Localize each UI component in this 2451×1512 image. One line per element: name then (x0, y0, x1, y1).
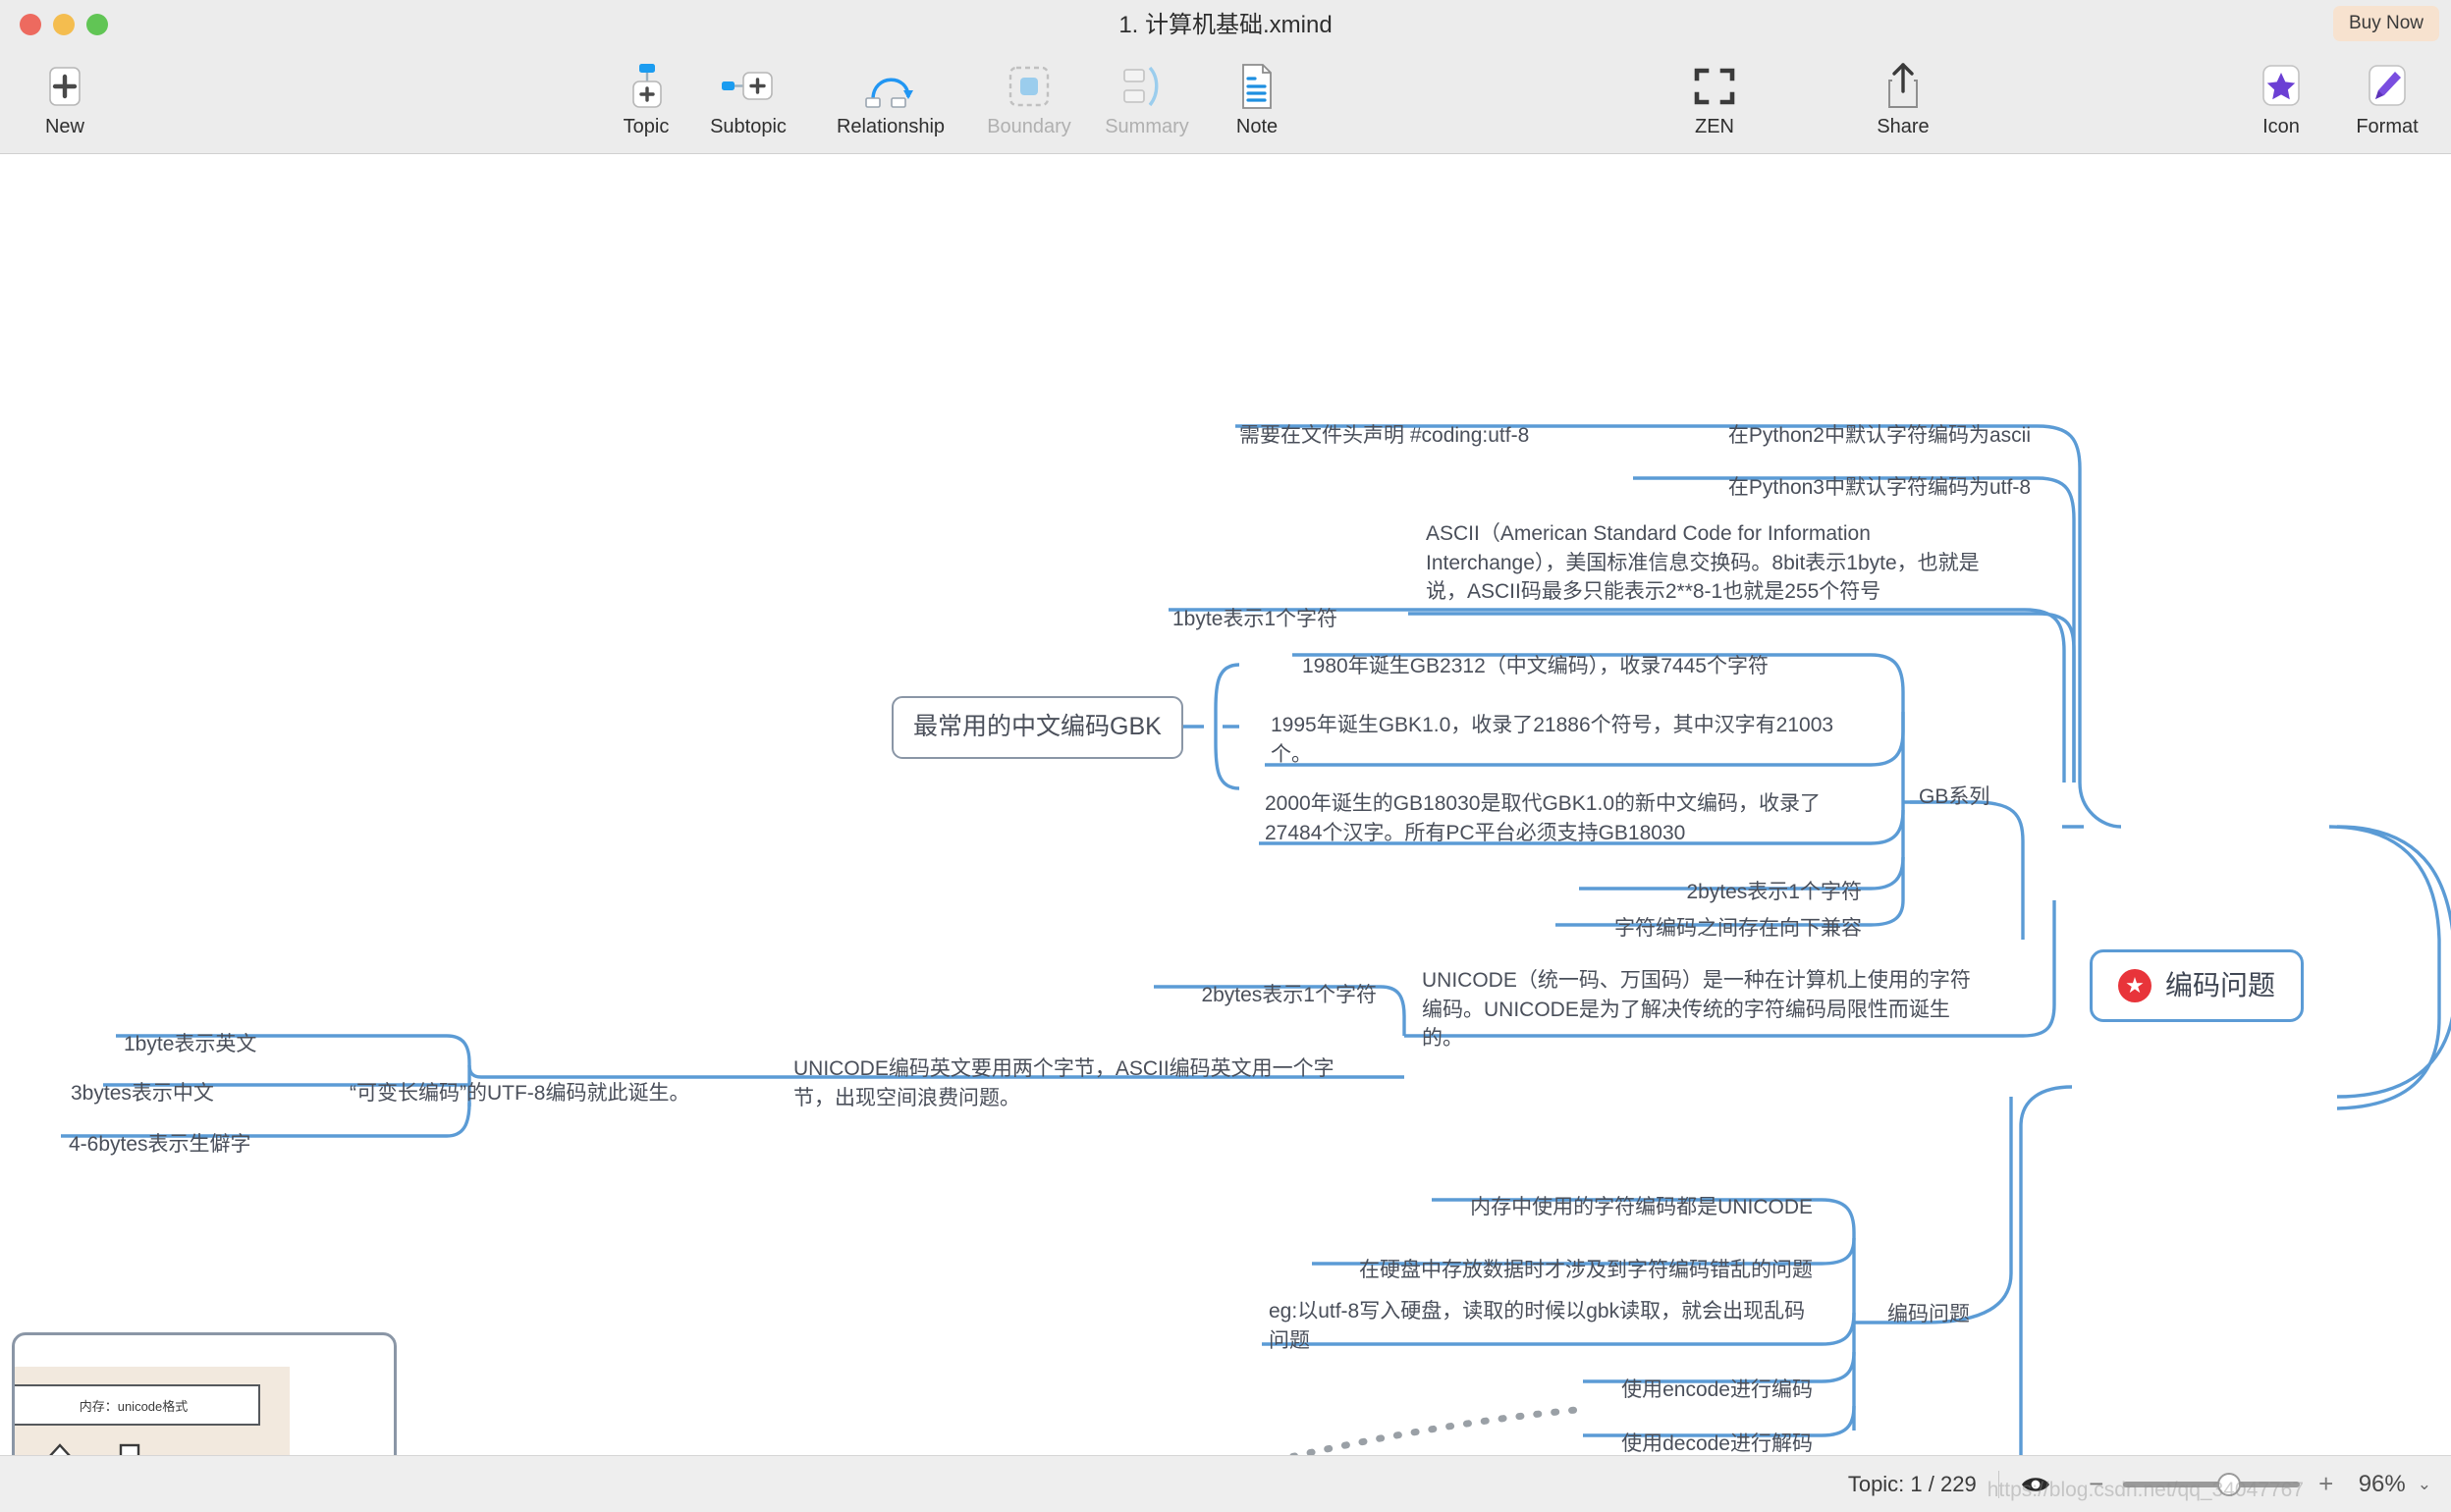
image-topic-caption-box: 内存：unicode格式 (15, 1384, 260, 1426)
subtopic-icon (720, 59, 777, 114)
topic-core-rule[interactable]: 保证不乱码的核心法则就是，字符按照什么标准而编码的，就要按照什么标准解码，此处的… (1408, 1440, 1976, 1455)
mindmap-canvas[interactable]: ★ 编码问题 需要在文件头声明 #coding:utf-8 在Python2中默… (0, 154, 2451, 1455)
buy-now-button[interactable]: Buy Now (2332, 6, 2439, 41)
topic-unicode-2bytes[interactable]: 2bytes表示1个字符 (1159, 949, 1381, 1015)
subtopic-button[interactable]: Subtopic (691, 59, 805, 147)
image-topic-node[interactable]: 内存：unicode格式 (12, 1332, 397, 1455)
topic-utf8-born[interactable]: “可变长编码”的UTF-8编码就此诞生。 (346, 1048, 738, 1113)
new-topic-icon (43, 59, 86, 114)
zoom-in-button[interactable]: + (2312, 1469, 2341, 1499)
topic-button-label: Topic (623, 116, 670, 137)
share-button[interactable]: Share (1846, 59, 1960, 147)
summary-icon (1121, 59, 1172, 114)
zen-button[interactable]: ZEN (1658, 59, 1771, 147)
topic-space-waste-label: UNICODE编码英文要用两个字节，ASCII编码英文用一个字节，出现空间浪费问… (793, 1056, 1334, 1109)
relationship-icon (863, 59, 918, 114)
subtopic-button-label: Subtopic (710, 116, 787, 137)
topic-gbk-boxed[interactable]: 最常用的中文编码GBK (892, 696, 1183, 759)
eye-icon[interactable] (2021, 1474, 2050, 1495)
boundary-button-label: Boundary (987, 116, 1071, 137)
topic-memory-unicode-label: 内存中使用的字符编码都是UNICODE (1470, 1195, 1813, 1218)
topic-button[interactable]: Topic (589, 59, 703, 147)
format-panel-button[interactable]: Format (2333, 59, 2441, 147)
topic-utf8-born-label: “可变长编码”的UTF-8编码就此诞生。 (350, 1081, 690, 1105)
topic-utf8-46bytes-label: 4-6bytes表示生僻字 (69, 1132, 251, 1156)
central-topic-node[interactable]: ★ 编码问题 (2090, 949, 2305, 1022)
zoom-slider[interactable] (2122, 1472, 2300, 1496)
topic-coding-declaration[interactable]: 需要在文件头声明 #coding:utf-8 (1235, 390, 1589, 456)
topic-count-label: Topic: 1 / 229 (1847, 1471, 1977, 1496)
icon-panel-button[interactable]: Icon (2237, 59, 2325, 147)
window-title: 1. 计算机基础.xmind (1118, 12, 1333, 38)
title-bar: 1. 计算机基础.xmind Buy Now (0, 0, 2451, 51)
topic-ascii-description-label: ASCII（American Standard Code for Informa… (1426, 521, 1980, 604)
status-divider (1997, 1470, 1999, 1498)
topic-ascii-description[interactable]: ASCII（American Standard Code for Informa… (1422, 488, 1993, 612)
topic-coding-declaration-label: 需要在文件头声明 #coding:utf-8 (1239, 423, 1530, 447)
boundary-button[interactable]: Boundary (972, 59, 1086, 147)
topic-gb18030[interactable]: 2000年诞生的GB18030是取代GBK1.0的新中文编码，收录了27484个… (1261, 758, 1868, 852)
zoom-out-button[interactable]: − (2082, 1469, 2111, 1499)
topic-gb-series[interactable]: GB系列 (1915, 751, 1993, 817)
image-topic-caption: 内存：unicode格式 (79, 1398, 189, 1414)
summary-button[interactable]: Summary (1090, 59, 1204, 147)
icon-star-icon (2259, 59, 2304, 114)
relationship-button-label: Relationship (836, 116, 946, 137)
toolbar: New Topic Subtopic Relationship Boundary… (0, 51, 2451, 154)
chevron-down-icon[interactable]: ⌄ (2418, 1475, 2431, 1494)
topic-memory-unicode[interactable]: 内存中使用的字符编码都是UNICODE (1169, 1161, 1817, 1227)
red-star-marker-icon: ★ (2118, 968, 2151, 1002)
zoom-level-label: 96% (2358, 1470, 2406, 1497)
topic-gb-series-label: GB系列 (1919, 784, 1990, 808)
relationship-button[interactable]: Relationship (817, 59, 964, 147)
topic-unicode-description[interactable]: UNICODE（统一码、万国码）是一种在计算机上使用的字符编码。UNICODE是… (1418, 935, 1993, 1058)
new-button[interactable]: New (8, 59, 122, 147)
zen-icon (1693, 59, 1736, 114)
topic-gb2312[interactable]: 1980年诞生GB2312（中文编码），收录7445个字符 (1298, 621, 1868, 686)
status-bar: Topic: 1 / 229 − + 96% ⌄ (0, 1455, 2451, 1512)
summary-button-label: Summary (1105, 116, 1189, 137)
note-icon (1237, 59, 1277, 114)
topic-gbk-boxed-label: 最常用的中文编码GBK (913, 713, 1162, 740)
note-button[interactable]: Note (1200, 59, 1314, 147)
topic-utf8-46bytes[interactable]: 4-6bytes表示生僻字 (65, 1099, 350, 1164)
format-panel-label: Format (2356, 116, 2419, 137)
zoom-slider-knob[interactable] (2216, 1472, 2241, 1496)
zen-button-label: ZEN (1695, 116, 1734, 137)
topic-gb18030-label: 2000年诞生的GB18030是取代GBK1.0的新中文编码，收录了27484个… (1265, 791, 1821, 844)
topic-coding-problem-branch[interactable]: 编码问题 (1883, 1269, 1974, 1334)
share-icon (1883, 59, 1923, 114)
image-topic-arrow-icon (49, 1443, 140, 1455)
xmind-window: 1. 计算机基础.xmind Buy Now New Topic Subtopi… (0, 0, 2451, 1512)
icon-panel-label: Icon (2262, 116, 2300, 137)
topic-unicode-description-label: UNICODE（统一码、万国码）是一种在计算机上使用的字符编码。UNICODE是… (1422, 968, 1971, 1051)
format-brush-icon (2365, 59, 2410, 114)
topic-space-waste[interactable]: UNICODE编码英文要用两个字节，ASCII编码英文用一个字节，出现空间浪费问… (790, 1023, 1379, 1117)
topic-icon (625, 59, 668, 114)
share-button-label: Share (1877, 116, 1930, 137)
topic-unicode-2bytes-label: 2bytes表示1个字符 (1201, 983, 1377, 1006)
central-topic-label: 编码问题 (2165, 970, 2276, 1000)
note-button-label: Note (1235, 116, 1279, 137)
topic-gb2312-label: 1980年诞生GB2312（中文编码），收录7445个字符 (1302, 654, 1769, 677)
new-button-label: New (44, 116, 84, 137)
boundary-icon (1007, 59, 1052, 114)
topic-coding-problem-branch-label: 编码问题 (1887, 1302, 1970, 1325)
